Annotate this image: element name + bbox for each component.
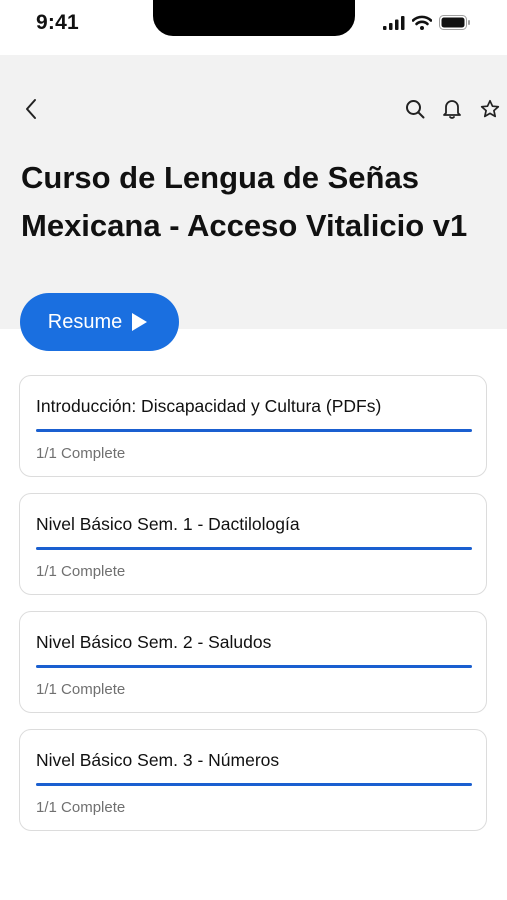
cellular-signal-icon — [383, 15, 405, 35]
search-button[interactable] — [396, 92, 434, 130]
section-status: 1/1 Complete — [36, 445, 126, 462]
section-status: 1/1 Complete — [36, 563, 126, 580]
star-icon — [480, 99, 500, 124]
section-title: Nivel Básico Sem. 2 - Saludos — [36, 632, 272, 652]
section-card-sem2[interactable]: Nivel Básico Sem. 2 - Saludos 1/1 Comple… — [19, 611, 487, 713]
resume-button[interactable]: Resume — [20, 293, 179, 351]
section-card-sem3[interactable]: Nivel Básico Sem. 3 - Números 1/1 Comple… — [19, 729, 487, 831]
top-navigation — [0, 92, 507, 130]
resume-button-label: Resume — [47, 310, 123, 333]
course-title: Curso de Lengua de Señas Mexicana - Acce… — [21, 160, 468, 243]
section-card-intro[interactable]: Introducción: Discapacidad y Cultura (PD… — [19, 375, 487, 477]
section-status: 1/1 Complete — [36, 799, 126, 816]
camera-notch — [153, 0, 355, 36]
play-icon — [132, 313, 148, 331]
bell-icon — [442, 98, 462, 124]
status-icons — [383, 15, 471, 35]
section-progress-bar — [36, 783, 472, 786]
section-title: Nivel Básico Sem. 3 - Números — [36, 750, 280, 770]
section-status: 1/1 Complete — [36, 681, 126, 698]
section-progress-bar — [36, 429, 472, 432]
section-title: Nivel Básico Sem. 1 - Dactilología — [36, 514, 300, 534]
section-progress-fill — [36, 547, 472, 550]
notifications-button[interactable] — [433, 92, 471, 130]
section-progress-fill — [36, 429, 472, 432]
status-time: 9:41 — [36, 11, 79, 34]
section-progress-bar — [36, 547, 472, 550]
back-button[interactable] — [12, 92, 50, 130]
search-icon — [405, 99, 425, 124]
status-bar: 9:41 — [0, 0, 507, 55]
section-progress-fill — [36, 665, 472, 668]
section-title: Introducción: Discapacidad y Cultura (PD… — [36, 396, 382, 416]
wifi-icon — [411, 15, 433, 35]
section-progress-bar — [36, 665, 472, 668]
battery-icon — [439, 15, 471, 35]
chevron-left-icon — [24, 98, 38, 125]
section-progress-fill — [36, 783, 472, 786]
section-card-sem1[interactable]: Nivel Básico Sem. 1 - Dactilología 1/1 C… — [19, 493, 487, 595]
favorite-button[interactable] — [471, 92, 507, 130]
